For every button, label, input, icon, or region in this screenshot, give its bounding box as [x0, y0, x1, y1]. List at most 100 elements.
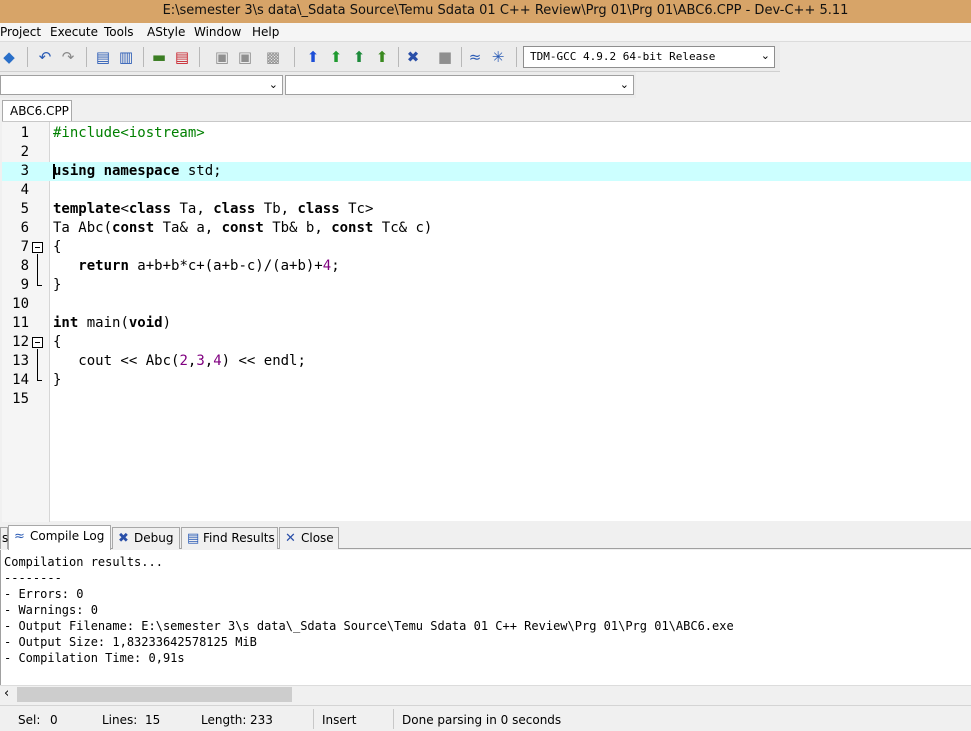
line-code: #include<iostream>	[53, 124, 205, 143]
line-number: 5	[20, 201, 29, 217]
log-horizontal-scrollbar[interactable]: ‹	[0, 685, 971, 702]
tab-close[interactable]: ✕ Close	[279, 527, 339, 549]
debug-icon[interactable]: ✖	[404, 48, 422, 66]
code-line[interactable]: 7{	[2, 238, 971, 257]
member-dropdown[interactable]: ⌄	[285, 75, 634, 95]
class-dropdown[interactable]: ⌄	[0, 75, 283, 95]
menu-help[interactable]: Help	[252, 25, 279, 39]
line-number: 2	[20, 144, 29, 160]
line-number: 6	[20, 220, 29, 236]
code-token: Ta,	[171, 201, 214, 217]
menu-tools[interactable]: Tools	[104, 25, 134, 39]
menu-window[interactable]: Window	[194, 25, 241, 39]
fold-line	[37, 254, 38, 286]
window-title: E:\semester 3\s data\_Sdata Source\Temu …	[162, 3, 849, 18]
code-token: Tb,	[255, 201, 298, 217]
line-number: 3	[20, 163, 29, 179]
tab-debug[interactable]: ✖ Debug	[112, 527, 180, 549]
line-number: 9	[20, 277, 29, 293]
unindent-icon[interactable]: ▤	[173, 48, 191, 66]
code-line[interactable]: 12 {	[2, 333, 971, 352]
line-number: 10	[12, 296, 29, 312]
code-line[interactable]: 14}	[2, 371, 971, 390]
code-token: ) << endl;	[221, 353, 306, 369]
profile-icon[interactable]: ✳	[489, 48, 507, 66]
tab-compile-log[interactable]: ≈ Compile Log	[8, 525, 111, 550]
code-line[interactable]: 1 #include<iostream>	[2, 124, 971, 143]
text-cursor	[53, 164, 55, 179]
log-line: - Warnings: 0	[4, 603, 98, 617]
code-token: 4	[213, 353, 222, 369]
line-code: template<class Ta, class Tb, class Tc>	[53, 200, 373, 219]
remove-from-project-icon[interactable]: ▣	[236, 48, 254, 66]
compiler-select[interactable]: TDM-GCC 4.9.2 64-bit Release ⌄	[523, 46, 775, 68]
code-line[interactable]: 4	[2, 181, 971, 200]
fold-line	[37, 349, 38, 381]
file-tab[interactable]: ABC6.CPP	[2, 100, 72, 121]
compiler-select-value: TDM-GCC 4.9.2 64-bit Release	[530, 50, 716, 63]
code-token: a+b+b*c+(a+b-c)/(a+b)+	[128, 258, 323, 274]
code-line[interactable]: 5 template<class Ta, class Tb, class Tc>	[2, 200, 971, 219]
tab-find-results[interactable]: ▤ Find Results	[181, 527, 278, 549]
fold-collapse-icon[interactable]	[32, 242, 43, 253]
code-line[interactable]: 3 using namespace std;	[2, 162, 971, 181]
code-line[interactable]: 10	[2, 295, 971, 314]
status-length-label: Length:	[201, 713, 247, 727]
project-cube-icon[interactable]: ◆	[0, 48, 18, 66]
code-line[interactable]: 13 cout << Abc(2,3,4) << endl;	[2, 352, 971, 371]
run-icon[interactable]: ⬆	[327, 48, 345, 66]
compile-icon[interactable]: ⬆	[304, 48, 322, 66]
title-bar: E:\semester 3\s data\_Sdata Source\Temu …	[0, 0, 971, 23]
bookmark-icon[interactable]: ▤	[94, 48, 112, 66]
log-line: --------	[4, 571, 62, 585]
compile-run-icon[interactable]: ⬆	[350, 48, 368, 66]
status-lines-label: Lines:	[102, 713, 138, 727]
editor-area: ABC6.CPP 1 #include<iostream> 2 3 using name…	[0, 98, 971, 522]
line-code: Ta Abc(const Ta& a, const Tb& b, const T…	[53, 219, 432, 238]
redo-icon[interactable]: ↷	[59, 48, 77, 66]
scroll-left-icon[interactable]: ‹	[4, 686, 9, 701]
fold-end-mark	[37, 285, 42, 286]
line-code: int main(void)	[53, 314, 171, 333]
code-token: std;	[179, 163, 222, 179]
code-line[interactable]: 6 Ta Abc(const Ta& a, const Tb& b, const …	[2, 219, 971, 238]
fold-end-mark	[37, 380, 42, 381]
bookmark-goto-icon[interactable]: ▥	[117, 48, 135, 66]
code-line[interactable]: 15	[2, 390, 971, 409]
code-token: class	[297, 201, 340, 217]
chevron-down-icon: ⌄	[760, 49, 770, 62]
code-line[interactable]: 11 int main(void)	[2, 314, 971, 333]
code-line[interactable]: 2	[2, 143, 971, 162]
status-message: Done parsing in 0 seconds	[402, 713, 562, 727]
status-lines-value: 15	[145, 713, 161, 727]
code-token: 4	[322, 258, 332, 274]
code-token: {	[53, 334, 62, 350]
code-token: }	[53, 277, 62, 293]
code-editor[interactable]: 1 #include<iostream> 2 3 using namespace std…	[2, 121, 971, 522]
rebuild-icon[interactable]: ⬆	[373, 48, 391, 66]
code-token: class	[128, 201, 172, 217]
tab-partial[interactable]: s	[0, 527, 8, 549]
code-token: const	[331, 220, 374, 236]
fold-collapse-icon[interactable]	[32, 337, 43, 348]
stop-icon[interactable]: ■	[436, 48, 454, 66]
menu-astyle[interactable]: AStyle	[147, 25, 185, 39]
scrollbar-thumb[interactable]	[17, 687, 292, 702]
code-line[interactable]: 8 return a+b+b*c+(a+b-c)/(a+b)+4;	[2, 257, 971, 276]
line-number: 13	[12, 353, 29, 369]
undo-icon[interactable]: ↶	[36, 48, 54, 66]
project-options-icon[interactable]: ▩	[264, 48, 282, 66]
indent-icon[interactable]: ▬	[150, 48, 168, 66]
menu-bar: Project Execute Tools AStyle Window Help	[0, 23, 971, 42]
syntax-check-icon[interactable]: ≈	[466, 48, 484, 66]
menu-project[interactable]: Project	[0, 25, 41, 39]
compile-log-icon: ≈	[14, 529, 25, 544]
line-number: 1	[20, 125, 29, 141]
code-line[interactable]: 9}	[2, 276, 971, 295]
add-to-project-icon[interactable]: ▣	[213, 48, 231, 66]
menu-execute[interactable]: Execute	[50, 25, 98, 39]
code-token: {	[53, 239, 62, 255]
status-length-value: 233	[250, 713, 273, 727]
code-token: )	[162, 315, 172, 331]
